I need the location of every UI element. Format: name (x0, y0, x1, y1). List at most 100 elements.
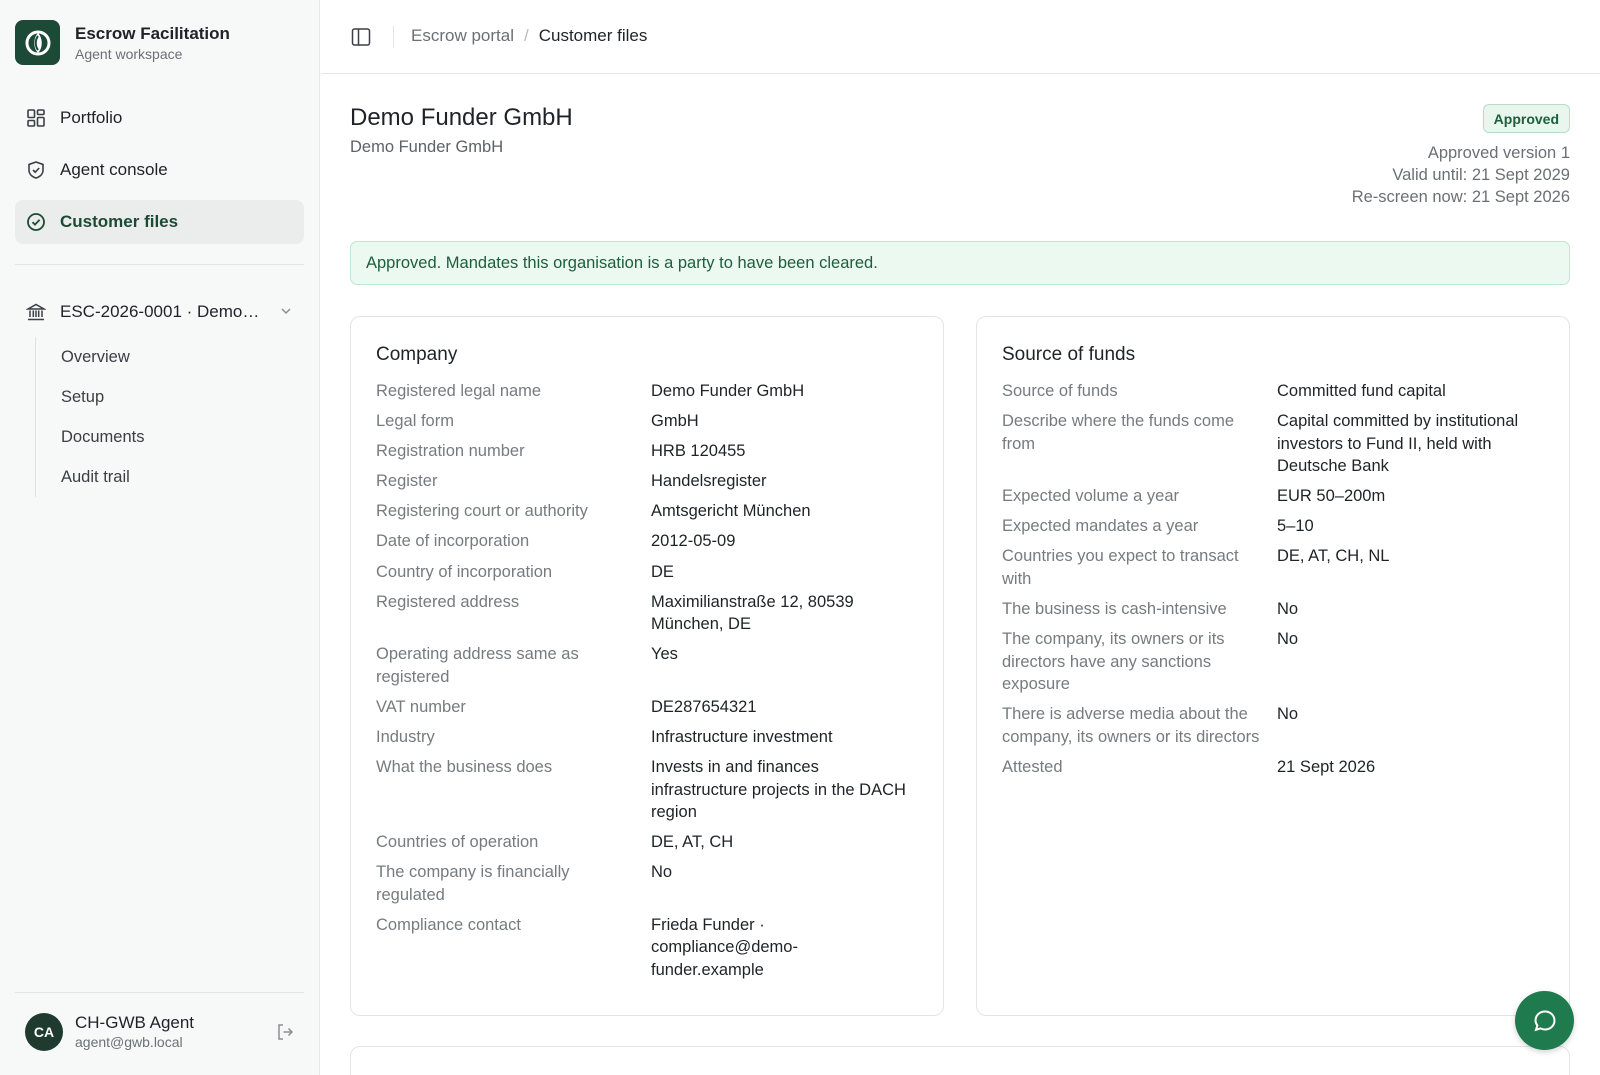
file-selector[interactable]: ESC-2026-0001 · Demo Funder GmbH (15, 292, 304, 332)
nav-item-customer-files[interactable]: Customer files (15, 200, 304, 244)
detail-row: Expected mandates a year 5–10 (1002, 515, 1544, 538)
check-circle-icon (27, 213, 45, 231)
detail-label: There is adverse media about the company… (1002, 705, 1260, 746)
brand-subtitle: Agent workspace (75, 45, 183, 62)
detail-row: The business is cash-intensive No (1002, 598, 1544, 621)
topbar: Escrow portal / Customer files (321, 0, 1600, 74)
detail-label: Expected mandates a year (1002, 517, 1199, 536)
detail-label: Country of incorporation (376, 562, 553, 581)
grid-icon (27, 109, 45, 127)
user-text: CH-GWB Agent agent@gwb.local (75, 1013, 194, 1051)
detail-label: Compliance contact (376, 915, 521, 934)
source-of-funds-details: Source of funds Committed fund capital Des… (1002, 380, 1544, 778)
detail-value: No (651, 863, 673, 882)
brand[interactable]: Escrow Facilitation Agent workspace (15, 20, 230, 65)
detail-row: Registered address Maximilianstraße 12, 8… (376, 591, 918, 636)
detail-label: Expected volume a year (1002, 487, 1180, 506)
detail-row: The company, its owners or its directors… (1002, 628, 1544, 696)
detail-row: Attested 21 Sept 2026 (1002, 756, 1544, 779)
subnav-item-documents[interactable]: Documents (61, 417, 295, 457)
chat-button[interactable] (1515, 991, 1574, 1050)
avatar[interactable]: CA (25, 1013, 63, 1051)
nav-item-label: Customer files (60, 212, 179, 231)
detail-label: VAT number (376, 697, 466, 716)
brand-title: Escrow Facilitation (75, 23, 230, 43)
detail-value: DE287654321 (651, 697, 757, 716)
detail-value: DE (651, 562, 674, 581)
detail-row: Legal form GmbH (376, 410, 918, 433)
detail-row: Source of funds Committed fund capital (1002, 380, 1544, 403)
bank-icon (26, 303, 46, 321)
detail-label: Countries you expect to transact with (1002, 547, 1239, 588)
next-card (350, 1046, 1570, 1075)
approval-version: Approved version 1 (1427, 144, 1570, 162)
detail-label: Registering court or authority (376, 502, 588, 521)
subnav-item-audit-trail[interactable]: Audit trail (61, 457, 295, 497)
detail-row: Countries of operation DE, AT, CH (376, 831, 918, 854)
detail-value: 2012-05-09 (651, 532, 736, 551)
nav-item-agent-console[interactable]: Agent console (15, 148, 304, 192)
detail-value: 5–10 (1277, 517, 1314, 536)
nav-item-label: Portfolio (60, 108, 123, 127)
detail-row: Industry Infrastructure investment (376, 726, 918, 749)
breadcrumb-root[interactable]: Escrow portal (411, 26, 514, 46)
breadcrumb: Escrow portal / Customer files (411, 26, 647, 46)
file-subnav: Overview Setup Documents Audit trail (35, 337, 295, 497)
detail-row: Describe where the funds come from Capita… (1002, 410, 1544, 478)
detail-label: Date of incorporation (376, 532, 530, 551)
rescreen-date: Re-screen now: 21 Sept 2026 (1351, 188, 1570, 206)
detail-label: Industry (376, 727, 435, 746)
detail-value: No (1277, 599, 1299, 618)
shield-icon (28, 161, 44, 179)
subnav-item-setup[interactable]: Setup (61, 377, 295, 417)
user-name: CH-GWB Agent (75, 1013, 195, 1032)
logout-icon[interactable] (275, 1022, 295, 1042)
nav-item-portfolio[interactable]: Portfolio (15, 96, 304, 140)
nav-item-label: Agent console (60, 160, 168, 179)
file-selector-label: ESC-2026-0001 · Demo Funder GmbH (60, 302, 260, 321)
detail-label: Registration number (376, 442, 525, 461)
detail-value: Handelsregister (651, 472, 767, 491)
breadcrumb-current: Customer files (538, 26, 648, 45)
detail-value: Capital committed by institutional inves… (1277, 412, 1519, 476)
detail-value: 21 Sept 2026 (1277, 757, 1376, 776)
detail-value: Demo Funder GmbH (651, 382, 805, 400)
detail-label: Source of funds (1002, 382, 1118, 400)
detail-label: The company, its owners or its directors… (1002, 630, 1225, 694)
chevron-down-icon (281, 308, 291, 315)
detail-label: The company is financially regulated (376, 863, 570, 904)
user-divider (15, 992, 304, 993)
detail-row: What the business does Invests in and fin… (376, 756, 918, 824)
company-card-title: Company (376, 344, 458, 365)
main-nav: Portfolio Agent console Customer files (15, 96, 304, 252)
sidebar-toggle-icon[interactable] (351, 27, 371, 47)
detail-label: What the business does (376, 758, 553, 777)
detail-value: Frieda Funder · compliance@demo-funder.e… (651, 915, 798, 979)
source-of-funds-card: Source of funds Source of funds Committed… (976, 316, 1570, 1016)
detail-row: Registered legal name Demo Funder GmbH (376, 380, 918, 403)
detail-value: HRB 120455 (651, 442, 746, 461)
topbar-divider (393, 26, 394, 48)
detail-label: Countries of operation (376, 833, 539, 852)
detail-label: Attested (1002, 757, 1063, 776)
detail-value: GmbH (651, 412, 699, 431)
breadcrumb-separator: / (523, 26, 529, 45)
subnav-item-overview[interactable]: Overview (61, 337, 295, 377)
approval-alert: Approved. Mandates this organisation is … (350, 241, 1570, 285)
detail-row: Country of incorporation DE (376, 561, 918, 584)
brand-text: Escrow Facilitation Agent workspace (75, 23, 230, 63)
detail-label: Registered legal name (376, 382, 542, 400)
detail-value: EUR 50–200m (1277, 487, 1386, 506)
detail-value: Maximilianstraße 12, 80539 München, DE (651, 592, 854, 634)
detail-value: No (1277, 705, 1299, 724)
detail-label: Operating address same as registered (376, 645, 579, 686)
detail-value: Committed fund capital (1277, 382, 1446, 400)
company-card: Company Registered legal name Demo Funder… (350, 316, 944, 1016)
detail-value: Yes (651, 645, 678, 664)
detail-row: Date of incorporation 2012-05-09 (376, 530, 918, 553)
detail-value: Amtsgericht München (651, 502, 811, 521)
detail-row: Register Handelsregister (376, 470, 918, 493)
approval-meta: Approved version 1 Valid until: 21 Sept … (1352, 142, 1570, 208)
detail-value: Infrastructure investment (651, 727, 833, 746)
page-title: Demo Funder GmbH (350, 104, 573, 131)
